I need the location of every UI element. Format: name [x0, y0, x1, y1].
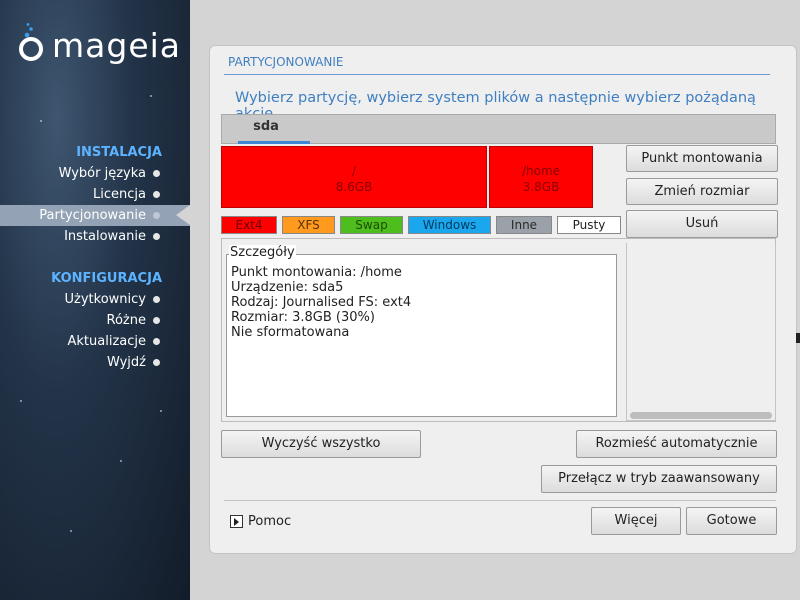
detail-size: Rozmiar: 3.8GB (30%)	[231, 310, 375, 325]
brand-name: mageia	[52, 26, 182, 65]
partition-size: 8.6GB	[335, 180, 373, 194]
detail-type: Rodzaj: Journalised FS: ext4	[231, 295, 412, 310]
title-divider	[224, 74, 770, 75]
step-dot-icon	[153, 338, 160, 345]
advanced-mode-button[interactable]: Przełącz w tryb zaawansowany	[541, 465, 777, 493]
detail-device: Urządzenie: sda5	[231, 280, 344, 295]
sidebar-item-label: Partycjonowanie	[39, 208, 146, 223]
mount-point-button[interactable]: Punkt montowania	[626, 145, 778, 172]
section-title-installation: INSTALACJA	[76, 145, 162, 160]
resize-button[interactable]: Zmień rozmiar	[626, 178, 778, 205]
sidebar-item-label: Użytkownicy	[64, 292, 146, 307]
sidebar-item-language: Wybór języka	[0, 163, 190, 184]
help-link[interactable]: Pomoc	[230, 514, 291, 529]
legend-xfs[interactable]: XFS	[282, 216, 335, 234]
tab-label: sda	[253, 119, 279, 134]
sidebar-item-users: Użytkownicy	[0, 289, 190, 310]
star-decoration	[40, 120, 42, 122]
legend-windows[interactable]: Windows	[408, 216, 491, 234]
disk-tab-bar: sda	[221, 114, 776, 144]
help-arrow-icon	[230, 515, 243, 528]
sidebar-item-label: Różne	[106, 313, 146, 328]
step-dot-icon	[153, 317, 160, 324]
mouse-cursor-icon	[796, 333, 800, 343]
sidebar-item-license: Licencja	[0, 184, 190, 205]
sidebar: mageia INSTALACJA Wybór języka Licencja …	[0, 0, 190, 600]
partition-mount: /	[351, 164, 357, 178]
sidebar-item-installing: Instalowanie	[0, 226, 190, 247]
partition-root[interactable]: / 8.6GB	[221, 146, 487, 208]
mageia-logo: mageia	[16, 20, 181, 65]
help-label: Pomoc	[248, 514, 292, 529]
detail-mount-point: Punkt montowania: /home	[231, 265, 402, 280]
active-tab-indicator	[238, 141, 310, 144]
step-dot-icon	[153, 233, 160, 240]
actions-panel	[626, 243, 776, 421]
detail-format-status: Nie sformatowana	[231, 325, 350, 340]
partition-home[interactable]: /home 3.8GB	[489, 146, 593, 208]
bottom-divider	[224, 500, 776, 501]
step-dot-icon	[153, 296, 160, 303]
details-legend: Szczegóły	[229, 245, 296, 260]
legend-swap[interactable]: Swap	[340, 216, 403, 234]
step-dot-icon	[153, 170, 160, 177]
sidebar-item-label: Aktualizacje	[67, 334, 147, 349]
sidebar-item-label: Wyjdź	[106, 355, 146, 370]
star-decoration	[120, 460, 122, 462]
star-decoration	[160, 410, 162, 412]
sidebar-item-misc: Różne	[0, 310, 190, 331]
star-decoration	[70, 530, 72, 532]
star-decoration	[150, 95, 152, 97]
legend-empty[interactable]: Pusty	[557, 216, 621, 234]
section-title-configuration: KONFIGURACJA	[51, 271, 162, 286]
step-dot-icon	[153, 191, 160, 198]
partition-mount: /home	[521, 164, 561, 178]
legend-other[interactable]: Inne	[496, 216, 552, 234]
partition-size: 3.8GB	[522, 180, 560, 194]
delete-button[interactable]: Usuń	[626, 210, 778, 238]
sidebar-item-label: Wybór języka	[58, 166, 146, 181]
sidebar-item-exit: Wyjdź	[0, 352, 190, 373]
sidebar-item-label: Instalowanie	[64, 229, 146, 244]
done-button[interactable]: Gotowe	[686, 507, 777, 535]
auto-allocate-button[interactable]: Rozmieść automatycznie	[576, 430, 777, 458]
more-button[interactable]: Więcej	[591, 507, 681, 535]
page-title: PARTYCJONOWANIE	[228, 55, 344, 69]
mageia-logo-icon	[19, 22, 43, 61]
tab-sda[interactable]: sda	[230, 115, 310, 144]
clear-all-button[interactable]: Wyczyść wszystko	[221, 430, 421, 458]
actions-scrollbar[interactable]	[630, 412, 772, 419]
sidebar-item-updates: Aktualizacje	[0, 331, 190, 352]
step-dot-icon	[153, 212, 160, 219]
star-decoration	[20, 400, 22, 402]
partitioning-panel: PARTYCJONOWANIE Wybierz partycję, wybier…	[209, 45, 797, 554]
step-dot-icon	[153, 359, 160, 366]
legend-ext4[interactable]: Ext4	[221, 216, 277, 234]
sidebar-item-label: Licencja	[93, 187, 146, 202]
sidebar-item-partitioning: Partycjonowanie	[0, 205, 190, 226]
